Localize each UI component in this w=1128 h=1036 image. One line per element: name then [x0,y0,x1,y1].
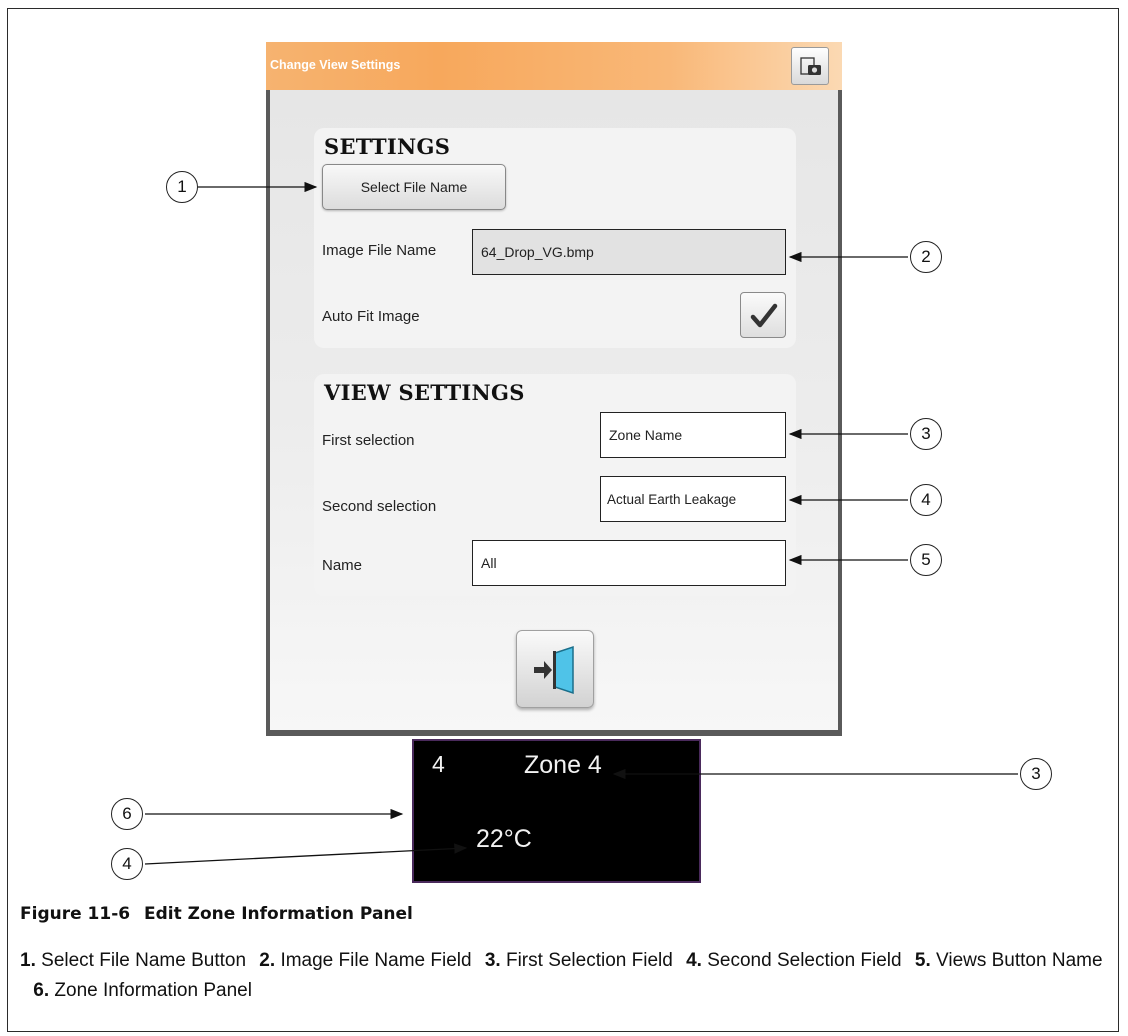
zone-temperature: 22°C [476,825,532,853]
camera-icon [800,57,821,75]
zone-number: 4 [432,751,445,777]
dialog-content: SETTINGS Select File Name Image File Nam… [270,90,838,730]
legend-text: Zone Information Panel [54,980,252,1001]
auto-fit-image-label: Auto Fit Image [322,308,420,325]
legend-text: Second Selection Field [707,950,902,971]
callout-6: 6 [111,798,143,830]
legend-num: 5. [914,950,931,971]
callout-5: 5 [910,544,942,576]
legend-num: 6. [33,980,50,1001]
view-settings-section: VIEW SETTINGS First selection Zone Name … [314,374,796,596]
dialog-title: Change View Settings [270,58,401,72]
checkmark-icon [750,303,778,328]
figure-number: Figure 11-6 [20,904,131,924]
zone-name: Zone 4 [524,751,602,779]
figure-title: Edit Zone Information Panel [144,904,413,924]
callout-1: 1 [166,171,198,203]
second-selection-field[interactable]: Actual Earth Leakage [600,476,786,522]
legend-num: 1. [20,950,36,971]
image-file-name-label: Image File Name [322,242,437,259]
figure-caption: Figure 11-6 Edit Zone Information Panel [20,904,413,924]
zone-information-panel: 4 Zone 4 22°C [412,739,701,883]
first-selection-label: First selection [322,432,415,449]
callout-2: 2 [910,241,942,273]
legend-num: 2. [259,950,276,971]
callout-3: 3 [910,418,942,450]
legend-text: Select File Name Button [41,950,247,971]
exit-door-icon [534,645,574,695]
legend-text: Views Button Name [936,950,1103,971]
name-label: Name [322,557,363,574]
select-file-name-button[interactable]: Select File Name [322,164,506,210]
settings-heading: SETTINGS [324,134,451,159]
callout-4: 4 [910,484,942,516]
figure-legend: 1. Select File Name Button 2. Image File… [20,946,1110,1006]
settings-section: SETTINGS Select File Name Image File Nam… [314,128,796,348]
second-selection-label: Second selection [322,498,437,515]
legend-text: First Selection Field [505,950,673,971]
callout-3-zone: 3 [1020,758,1052,790]
screenshot-button[interactable] [791,47,829,85]
view-settings-heading: VIEW SETTINGS [324,380,525,405]
name-field[interactable]: All [472,540,786,586]
exit-button[interactable] [516,630,594,708]
callout-4-zone: 4 [111,848,143,880]
dialog-title-bar: Change View Settings [266,42,842,90]
legend-text: Image File Name Field [280,950,472,971]
change-view-settings-dialog: Change View Settings SETTINGS Select Fil… [266,42,842,736]
auto-fit-image-checkbox[interactable] [740,292,786,338]
legend-num: 4. [686,950,702,971]
legend-num: 3. [484,950,501,971]
first-selection-field[interactable]: Zone Name [600,412,786,458]
image-file-name-field[interactable]: 64_Drop_VG.bmp [472,229,786,275]
